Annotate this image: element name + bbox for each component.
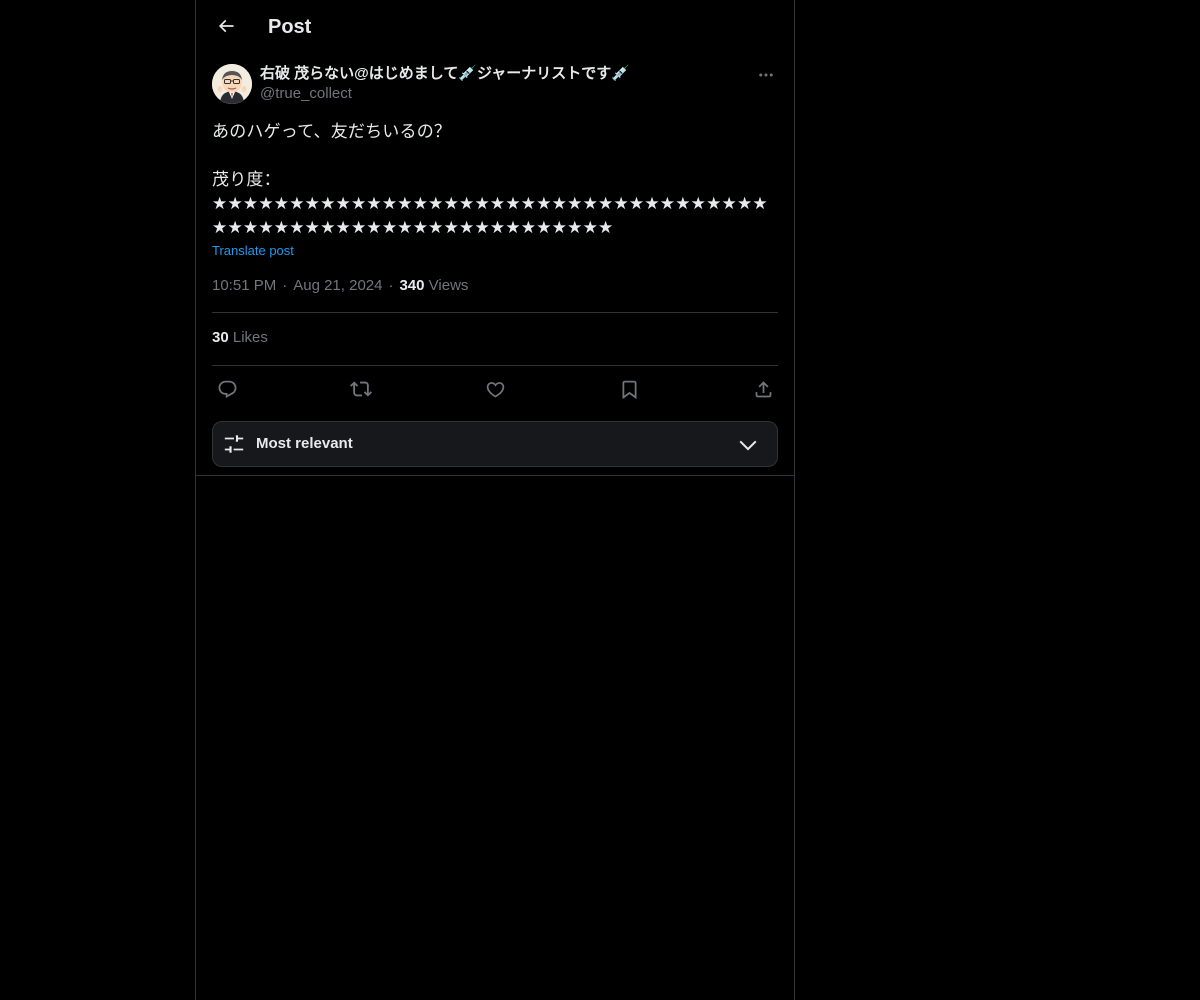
section-divider — [196, 475, 794, 476]
bookmark-button[interactable] — [616, 376, 642, 402]
post-text: あのハゲって、友だちいるの？ 茂り度： ★★★★★★★★★★★★★★★★★★★★… — [212, 122, 768, 237]
likes-count: 30 — [212, 329, 229, 346]
likes-link[interactable]: 30 Likes — [212, 328, 268, 348]
repost-button[interactable] — [348, 376, 374, 402]
chevron-down-icon — [737, 434, 759, 456]
share-button[interactable] — [750, 376, 776, 402]
like-button[interactable] — [482, 376, 508, 402]
views-count: 340 — [399, 277, 425, 294]
sliders-icon — [223, 433, 245, 455]
page-header: Post — [196, 0, 794, 53]
divider — [212, 365, 778, 366]
more-options-button[interactable] — [754, 64, 778, 86]
repost-icon — [350, 378, 372, 400]
views-label: Views — [428, 277, 469, 294]
sort-label: Most relevant — [256, 435, 353, 452]
meta-separator: · — [282, 277, 288, 294]
author-display-name[interactable]: 右破 茂らない@はじめまして💉ジャーナリストです💉 — [260, 64, 740, 84]
meta-separator: · — [388, 277, 394, 294]
share-icon — [753, 379, 774, 400]
back-button[interactable] — [208, 8, 244, 44]
post-date[interactable]: Aug 21, 2024 — [293, 277, 382, 294]
likes-label: Likes — [232, 329, 268, 346]
avatar[interactable] — [212, 64, 252, 104]
action-bar — [212, 376, 778, 402]
bookmark-icon — [619, 379, 640, 400]
reply-icon — [217, 379, 238, 400]
post-time[interactable]: 10:51 PM — [212, 277, 276, 294]
heart-icon — [485, 379, 506, 400]
reply-button[interactable] — [214, 376, 240, 402]
more-icon — [757, 66, 775, 84]
author-handle[interactable]: @true_collect — [260, 84, 740, 104]
translate-post-link[interactable]: Translate post — [212, 242, 294, 260]
primary-column: Post 右破 茂らない@はじめまして💉ジャーナリストです💉 @true_col… — [195, 0, 795, 1000]
author-block: 右破 茂らない@はじめまして💉ジャーナリストです💉 @true_collect — [260, 64, 740, 104]
page-title: Post — [268, 16, 312, 38]
reply-sort-dropdown[interactable]: Most relevant — [212, 421, 778, 467]
post-meta: 10:51 PM · Aug 21, 2024 · 340 Views — [212, 276, 468, 296]
divider — [212, 312, 778, 313]
arrow-left-icon — [216, 16, 236, 36]
